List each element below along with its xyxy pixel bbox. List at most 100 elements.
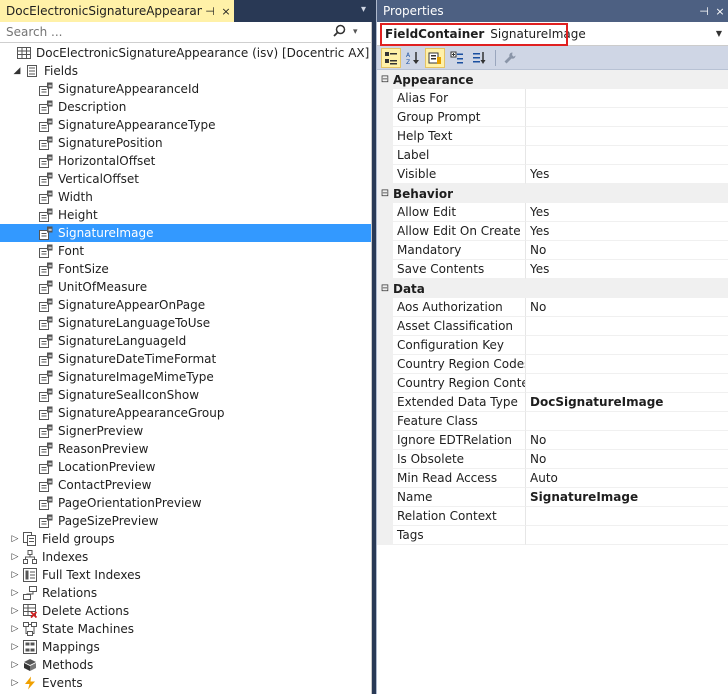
tree-node-methods[interactable]: ▷ Methods	[0, 656, 371, 674]
property-value[interactable]: Yes	[526, 165, 728, 184]
category-data[interactable]: ⊟ Data	[377, 279, 728, 298]
expand-icon[interactable]: ▷	[8, 534, 22, 544]
search-options-icon[interactable]: ▾	[353, 27, 367, 37]
tree-field-fontsize[interactable]: ≡ FontSize	[0, 260, 371, 278]
property-row-label[interactable]: Label	[377, 146, 728, 165]
tree-field-font[interactable]: ≡ Font	[0, 242, 371, 260]
tree-node-state-machines[interactable]: ▷ State Machines	[0, 620, 371, 638]
property-value[interactable]: Yes	[526, 222, 728, 241]
tree-field-description[interactable]: ≡ Description	[0, 98, 371, 116]
category-appearance[interactable]: ⊟ Appearance	[377, 70, 728, 89]
tree-node-fields[interactable]: ◢ Fields	[0, 62, 371, 80]
property-value[interactable]	[526, 317, 728, 336]
tree-node-events[interactable]: ▷ Events	[0, 674, 371, 692]
tree-field-unitofmeasure[interactable]: ≡ UnitOfMeasure	[0, 278, 371, 296]
property-value[interactable]	[526, 374, 728, 393]
tree-node-full-text-indexes[interactable]: ▷ Full Text Indexes	[0, 566, 371, 584]
property-row-country-region-context[interactable]: Country Region Context	[377, 374, 728, 393]
expand-icon[interactable]: ▷	[8, 606, 22, 616]
property-row-help-text[interactable]: Help Text	[377, 127, 728, 146]
category-behavior[interactable]: ⊟ Behavior	[377, 184, 728, 203]
expand-icon[interactable]: ▷	[8, 624, 22, 634]
expand-icon[interactable]: ▷	[8, 570, 22, 580]
collapse-icon[interactable]: ⊟	[377, 283, 393, 294]
property-row-relation-context[interactable]: Relation Context	[377, 507, 728, 526]
tree-field-signatureposition[interactable]: ≡ SignaturePosition	[0, 134, 371, 152]
expand-icon[interactable]: ▷	[8, 678, 22, 688]
tree-field-signaturelanguageid[interactable]: ≡ SignatureLanguageId	[0, 332, 371, 350]
tree-field-verticaloffset[interactable]: ≡ VerticalOffset	[0, 170, 371, 188]
property-value[interactable]	[526, 412, 728, 431]
pin-icon[interactable]: ⊣	[202, 5, 218, 18]
tree-field-horizontaloffset[interactable]: ≡ HorizontalOffset	[0, 152, 371, 170]
property-value[interactable]: Auto	[526, 469, 728, 488]
property-row-feature-class[interactable]: Feature Class	[377, 412, 728, 431]
alphabetical-button[interactable]: AZ	[403, 48, 423, 68]
property-row-allow-edit[interactable]: Allow Edit Yes	[377, 203, 728, 222]
collapse-icon[interactable]: ⊟	[377, 188, 393, 199]
tree-field-width[interactable]: ≡ Width	[0, 188, 371, 206]
expand-icon[interactable]: ▷	[8, 588, 22, 598]
tree-field-signaturesealiconshow[interactable]: ≡ SignatureSealIconShow	[0, 386, 371, 404]
search-icon[interactable]	[333, 24, 349, 41]
property-value[interactable]	[526, 526, 728, 545]
property-value[interactable]	[526, 336, 728, 355]
tree-node-field-groups[interactable]: ▷ Field groups	[0, 530, 371, 548]
property-row-allow-edit-on-create[interactable]: Allow Edit On Create Yes	[377, 222, 728, 241]
property-value[interactable]: Yes	[526, 203, 728, 222]
property-value[interactable]: No	[526, 298, 728, 317]
tree-node-relations[interactable]: ▷ Relations	[0, 584, 371, 602]
tree-field-signatureimage[interactable]: ≡ SignatureImage	[0, 224, 371, 242]
property-row-group-prompt[interactable]: Group Prompt	[377, 108, 728, 127]
properties-view-button[interactable]	[425, 47, 445, 68]
property-row-min-read-access[interactable]: Min Read Access Auto	[377, 469, 728, 488]
categorized-button[interactable]	[381, 47, 401, 68]
tree-field-signatureappearonpage[interactable]: ≡ SignatureAppearOnPage	[0, 296, 371, 314]
property-value[interactable]: No	[526, 241, 728, 260]
tree-field-signatureappearancegroup[interactable]: ≡ SignatureAppearanceGroup	[0, 404, 371, 422]
tree-node-indexes[interactable]: ▷ Indexes	[0, 548, 371, 566]
property-row-save-contents[interactable]: Save Contents Yes	[377, 260, 728, 279]
property-row-visible[interactable]: Visible Yes	[377, 165, 728, 184]
tree-field-signerpreview[interactable]: ≡ SignerPreview	[0, 422, 371, 440]
chevron-down-icon[interactable]: ▼	[716, 29, 722, 38]
close-icon[interactable]: ×	[712, 5, 728, 18]
property-row-is-obsolete[interactable]: Is Obsolete No	[377, 450, 728, 469]
property-row-tags[interactable]: Tags	[377, 526, 728, 545]
property-value[interactable]: SignatureImage	[526, 488, 728, 507]
property-value[interactable]	[526, 127, 728, 146]
close-icon[interactable]: ×	[218, 5, 234, 18]
object-selector[interactable]: FieldContainer SignatureImage ▼	[377, 22, 728, 46]
pin-icon[interactable]: ⊣	[696, 5, 712, 18]
collapse-icon[interactable]: ◢	[10, 66, 24, 76]
property-value[interactable]	[526, 89, 728, 108]
property-row-configuration-key[interactable]: Configuration Key	[377, 336, 728, 355]
tree-field-locationpreview[interactable]: ≡ LocationPreview	[0, 458, 371, 476]
property-value[interactable]	[526, 108, 728, 127]
property-row-country-region-codes[interactable]: Country Region Codes	[377, 355, 728, 374]
property-value[interactable]: DocSignatureImage	[526, 393, 728, 412]
search-input[interactable]	[0, 22, 333, 42]
tree-field-reasonpreview[interactable]: ≡ ReasonPreview	[0, 440, 371, 458]
property-value[interactable]	[526, 355, 728, 374]
tree-field-contactpreview[interactable]: ≡ ContactPreview	[0, 476, 371, 494]
tree-field-height[interactable]: ≡ Height	[0, 206, 371, 224]
property-value[interactable]: No	[526, 450, 728, 469]
property-row-mandatory[interactable]: Mandatory No	[377, 241, 728, 260]
property-row-aos-authorization[interactable]: Aos Authorization No	[377, 298, 728, 317]
tree-field-signatureappearanceid[interactable]: ≡ SignatureAppearanceId	[0, 80, 371, 98]
property-value[interactable]: No	[526, 431, 728, 450]
tree-field-signatureimagemimetype[interactable]: ≡ SignatureImageMimeType	[0, 368, 371, 386]
collapse-icon[interactable]: ⊟	[377, 74, 393, 85]
tree-field-signaturedatetimeformat[interactable]: ≡ SignatureDateTimeFormat	[0, 350, 371, 368]
document-tab[interactable]: DocElectronicSignatureAppearance ⊣ ×	[0, 0, 234, 22]
tree-root[interactable]: DocElectronicSignatureAppearance (isv) […	[0, 44, 371, 62]
sort-button[interactable]	[469, 48, 489, 68]
expand-all-button[interactable]	[447, 48, 467, 68]
expand-icon[interactable]: ▷	[8, 642, 22, 652]
tree-node-delete-actions[interactable]: ▷ Delete Actions	[0, 602, 371, 620]
wrench-button[interactable]	[500, 48, 520, 68]
property-value[interactable]	[526, 507, 728, 526]
property-row-name[interactable]: Name SignatureImage	[377, 488, 728, 507]
tree-field-pagesizepreview[interactable]: ≡ PageSizePreview	[0, 512, 371, 530]
